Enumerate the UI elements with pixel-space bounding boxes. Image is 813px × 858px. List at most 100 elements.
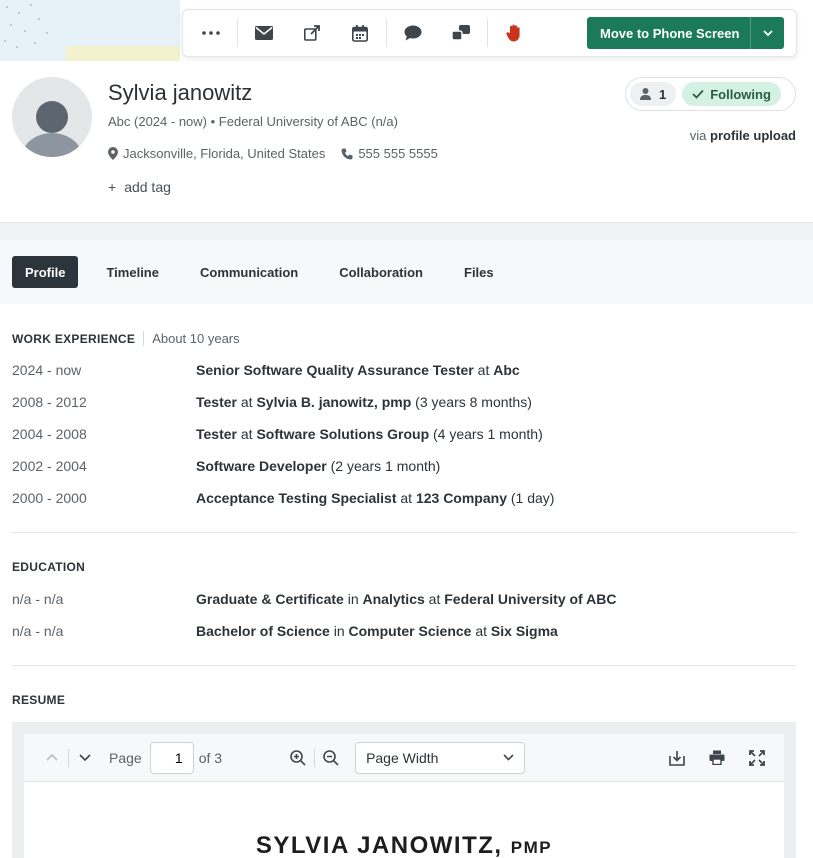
expand-icon [749,749,765,766]
zoom-out-button[interactable] [317,744,345,772]
raised-hand-icon [506,24,520,42]
work-duration: (3 years 8 months) [415,394,532,410]
work-role: Acceptance Testing Specialist [196,490,397,506]
field-of-study: Computer Science [348,623,472,639]
collaborate-button[interactable] [445,17,477,49]
page-total: of 3 [198,749,223,766]
zoom-out-icon [323,749,339,766]
experience-summary: About 10 years [143,331,240,346]
section-divider [12,532,796,533]
work-row: 2000 - 2000 Acceptance Testing Specialis… [12,490,796,506]
more-horizontal-icon [202,31,220,35]
page-number-input[interactable] [149,741,194,774]
work-experience-heading: WORK EXPERIENCE About 10 years [12,331,240,346]
move-to-stage-label: Move to Phone Screen [600,25,740,41]
action-toolbar: Move to Phone Screen [182,9,797,57]
download-button[interactable] [663,744,691,772]
next-page-button[interactable] [71,744,99,772]
resume-viewer: Page of 3 Page Width [12,722,796,858]
resume-credential: PMP [510,838,553,857]
add-tag-label: add tag [124,179,171,195]
work-duration: (1 day) [510,490,555,506]
work-experience-title: WORK EXPERIENCE [12,332,136,346]
fullscreen-button[interactable] [743,744,771,772]
education-summary: Federal University of ABC (n/a) [218,114,398,129]
follow-control: 1 Following [625,77,796,111]
tab-collaboration[interactable]: Collaboration [326,256,436,288]
work-role: Tester [196,394,237,410]
stage-dropdown-toggle[interactable] [750,17,784,49]
plus-icon: + [108,179,117,195]
move-to-stage-button[interactable]: Move to Phone Screen [587,17,784,49]
field-of-study: Analytics [362,591,425,607]
following-toggle[interactable]: Following [682,82,781,106]
profile-tabs: Profile Timeline Communication Collabora… [0,240,813,304]
decorative-banner [0,0,180,61]
chevron-down-icon [503,754,514,761]
candidate-profile-page: Move to Phone Screen Sylvia janowitz Abc… [0,0,813,858]
phone-icon [341,148,353,159]
printer-icon [709,750,725,765]
work-at: at [240,426,253,442]
work-date: 2002 - 2004 [12,458,87,474]
viewer-toolbar: Page of 3 Page Width [24,734,784,782]
work-row: 2004 - 2008 Tester at Software Solutions… [12,426,796,442]
candidate-headline: Abc (2024 - now) • Federal University of… [108,114,398,129]
followers-count[interactable]: 1 [630,82,677,106]
work-at: at [477,362,490,378]
edu-in: in [333,623,345,639]
tab-timeline[interactable]: Timeline [93,256,172,288]
print-button[interactable] [703,744,731,772]
work-date: 2024 - now [12,362,82,378]
share-button[interactable] [296,17,328,49]
header-divider [0,222,813,240]
zoom-in-button[interactable] [284,744,312,772]
work-date: 2008 - 2012 [12,394,87,410]
following-label: Following [710,86,771,102]
source-info: via profile upload [690,128,796,143]
avatar [12,77,92,157]
schedule-button[interactable] [344,17,376,49]
source-prefix: via [689,128,707,143]
person-placeholder-icon [22,101,82,157]
section-divider [12,665,796,666]
phone-link[interactable]: 555 555 5555 [341,146,438,161]
edu-at: at [428,591,441,607]
previous-page-button[interactable] [38,744,66,772]
zoom-in-icon [290,749,306,766]
calendar-icon [352,24,368,42]
school: Six Sigma [490,623,558,639]
work-company: Abc [493,362,520,378]
comment-button[interactable] [397,17,429,49]
resume-document-name: SYLVIA JANOWITZ, PMP [24,832,784,858]
more-options-button[interactable] [195,17,227,49]
chevron-down-icon [79,754,91,761]
tab-profile[interactable]: Profile [12,256,79,288]
work-date: 2000 - 2000 [12,490,87,506]
work-date: 2004 - 2008 [12,426,87,442]
stop-button[interactable] [498,17,530,49]
resume-page: SYLVIA JANOWITZ, PMP [24,782,784,858]
chevron-up-icon [46,754,58,761]
download-icon [669,750,685,766]
tab-communication[interactable]: Communication [187,256,311,288]
map-pin-icon [108,147,118,160]
resume-name-text: SYLVIA JANOWITZ, [255,832,503,858]
envelope-icon [255,26,273,40]
tab-files[interactable]: Files [451,256,507,288]
education-date: n/a - n/a [12,623,64,639]
followers-count-text: 1 [659,86,667,102]
contact-info: Jacksonville, Florida, United States 555… [108,146,454,161]
education-date: n/a - n/a [12,591,64,607]
work-duration: (2 years 1 month) [330,458,441,474]
work-row: 2008 - 2012 Tester at Sylvia B. janowitz… [12,394,796,410]
zoom-mode-select[interactable]: Page Width [355,741,526,774]
candidate-name: Sylvia janowitz [108,80,253,105]
chat-bubble-icon [404,25,422,41]
add-tag-button[interactable]: + add tag [108,179,171,195]
zoom-mode-value: Page Width [366,749,439,766]
email-button[interactable] [248,17,280,49]
checkmark-icon [692,89,704,99]
chevron-down-icon [762,30,773,36]
current-company: Abc (2024 - now) [108,114,207,129]
